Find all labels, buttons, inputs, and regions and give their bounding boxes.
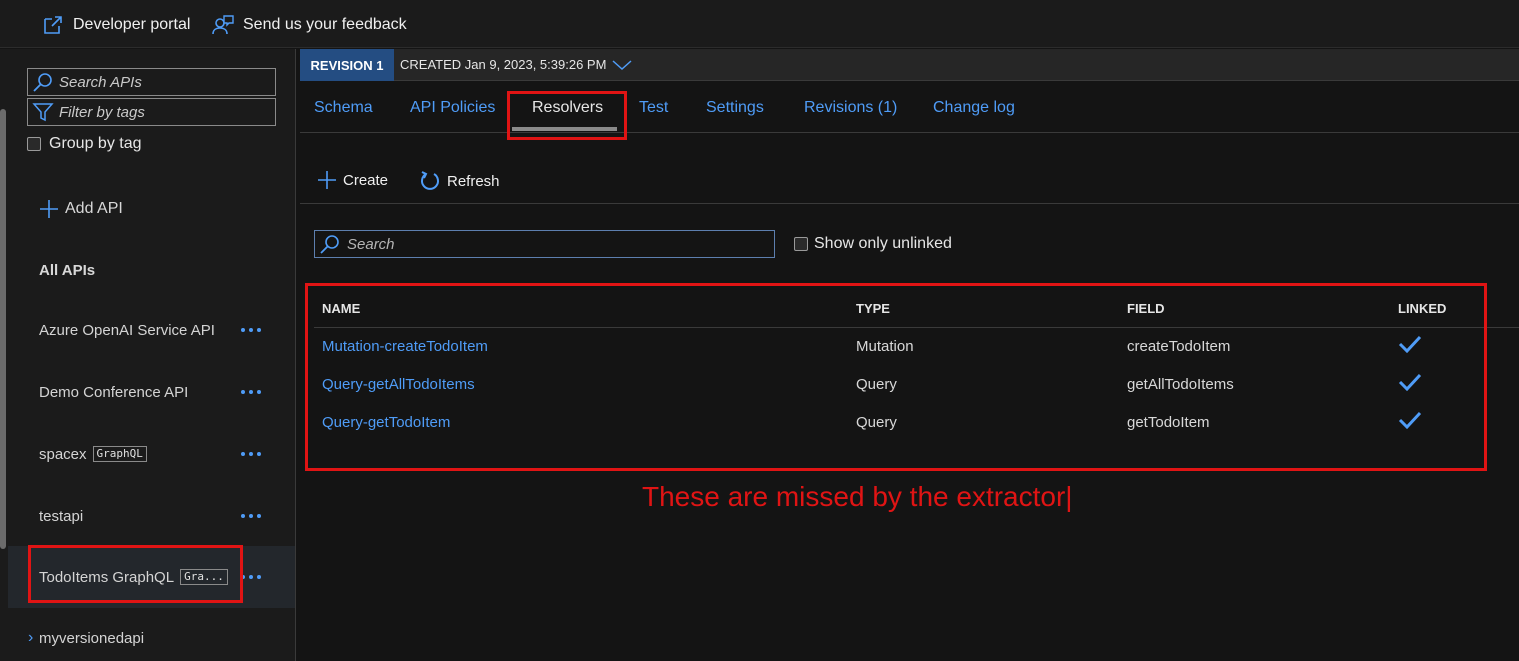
tab-revisions[interactable]: Revisions (1) [804, 99, 897, 117]
create-label: Create [343, 171, 389, 189]
api-item-spacex[interactable]: spacex GraphQL [8, 423, 295, 485]
api-item-label: testapi [39, 507, 84, 525]
tab-settings[interactable]: Settings [706, 99, 764, 117]
revision-tag: REVISION 1 [300, 49, 394, 81]
chevron-right-icon[interactable]: › [28, 629, 33, 647]
group-by-tag-label: Group by tag [49, 135, 142, 152]
tab-bar: Schema API Policies Resolvers Test Setti… [300, 83, 1519, 133]
plus-icon [40, 200, 58, 218]
revision-selector[interactable]: CREATED Jan 9, 2023, 5:39:26 PM [400, 57, 632, 72]
refresh-label: Refresh [447, 172, 500, 190]
top-bar: Developer portal Send us your feedback [0, 0, 1519, 48]
search-apis-placeholder: Search APIs [59, 73, 142, 91]
revision-bar: REVISION 1 CREATED Jan 9, 2023, 5:39:26 … [300, 49, 1519, 81]
api-item-demo-conference[interactable]: Demo Conference API [8, 361, 295, 423]
refresh-button[interactable]: Refresh [419, 170, 500, 192]
resolver-search-placeholder: Search [347, 235, 395, 253]
tab-api-policies[interactable]: API Policies [410, 99, 495, 117]
refresh-icon [421, 171, 439, 190]
annotation-text: These are missed by the extractor| [642, 481, 1073, 512]
filter-by-tags-input[interactable]: Filter by tags [27, 98, 276, 126]
show-only-unlinked-checkbox[interactable] [794, 237, 808, 251]
show-only-unlinked-label: Show only unlinked [814, 235, 952, 252]
search-icon [320, 235, 339, 254]
group-by-tag-toggle[interactable]: Group by tag [27, 135, 142, 153]
feedback-label: Send us your feedback [243, 16, 407, 33]
feedback-icon [212, 15, 234, 35]
tab-test[interactable]: Test [639, 99, 668, 117]
more-options-icon[interactable] [241, 575, 261, 579]
group-by-tag-checkbox[interactable] [27, 137, 41, 151]
more-options-icon[interactable] [241, 452, 261, 456]
api-item-label: Demo Conference API [39, 383, 189, 401]
resolver-search-input[interactable]: Search [314, 230, 775, 258]
chevron-down-icon [612, 59, 632, 70]
create-button[interactable]: Create [317, 170, 388, 190]
add-api-button[interactable]: Add API [39, 199, 123, 219]
api-item-label: Azure OpenAI Service API [39, 321, 215, 339]
graphql-badge: GraphQL [92, 446, 147, 462]
add-api-label: Add API [65, 200, 123, 217]
api-item-label: spacex [39, 445, 87, 463]
api-item-azure-openai[interactable]: Azure OpenAI Service API [8, 299, 295, 361]
feedback-link[interactable]: Send us your feedback [212, 14, 407, 36]
highlight-resolvers-table [305, 283, 1487, 471]
search-apis-input[interactable]: Search APIs [27, 68, 276, 96]
highlight-selected-api [28, 545, 243, 603]
more-options-icon[interactable] [241, 390, 261, 394]
filter-by-tags-placeholder: Filter by tags [59, 103, 145, 121]
plus-icon [318, 171, 336, 189]
developer-portal-label: Developer portal [73, 16, 191, 33]
tab-change-log[interactable]: Change log [933, 99, 1015, 117]
sidebar-scrollbar[interactable] [0, 109, 6, 549]
all-apis-heading: All APIs [39, 262, 96, 279]
external-link-icon [44, 16, 62, 34]
api-item-myversionedapi[interactable]: › myversionedapi [8, 607, 295, 661]
developer-portal-link[interactable]: Developer portal [42, 14, 190, 36]
highlight-resolvers-tab [507, 91, 627, 140]
more-options-icon[interactable] [241, 514, 261, 518]
resolver-toolbar: Create Refresh [300, 134, 1519, 204]
search-icon [33, 73, 52, 92]
api-item-label: myversionedapi [39, 629, 145, 647]
show-only-unlinked-toggle[interactable]: Show only unlinked [794, 235, 952, 253]
filter-icon [32, 103, 54, 122]
api-item-testapi[interactable]: testapi [8, 485, 295, 547]
tab-schema[interactable]: Schema [314, 99, 373, 117]
revision-created-label: CREATED Jan 9, 2023, 5:39:26 PM [400, 57, 607, 72]
more-options-icon[interactable] [241, 328, 261, 332]
